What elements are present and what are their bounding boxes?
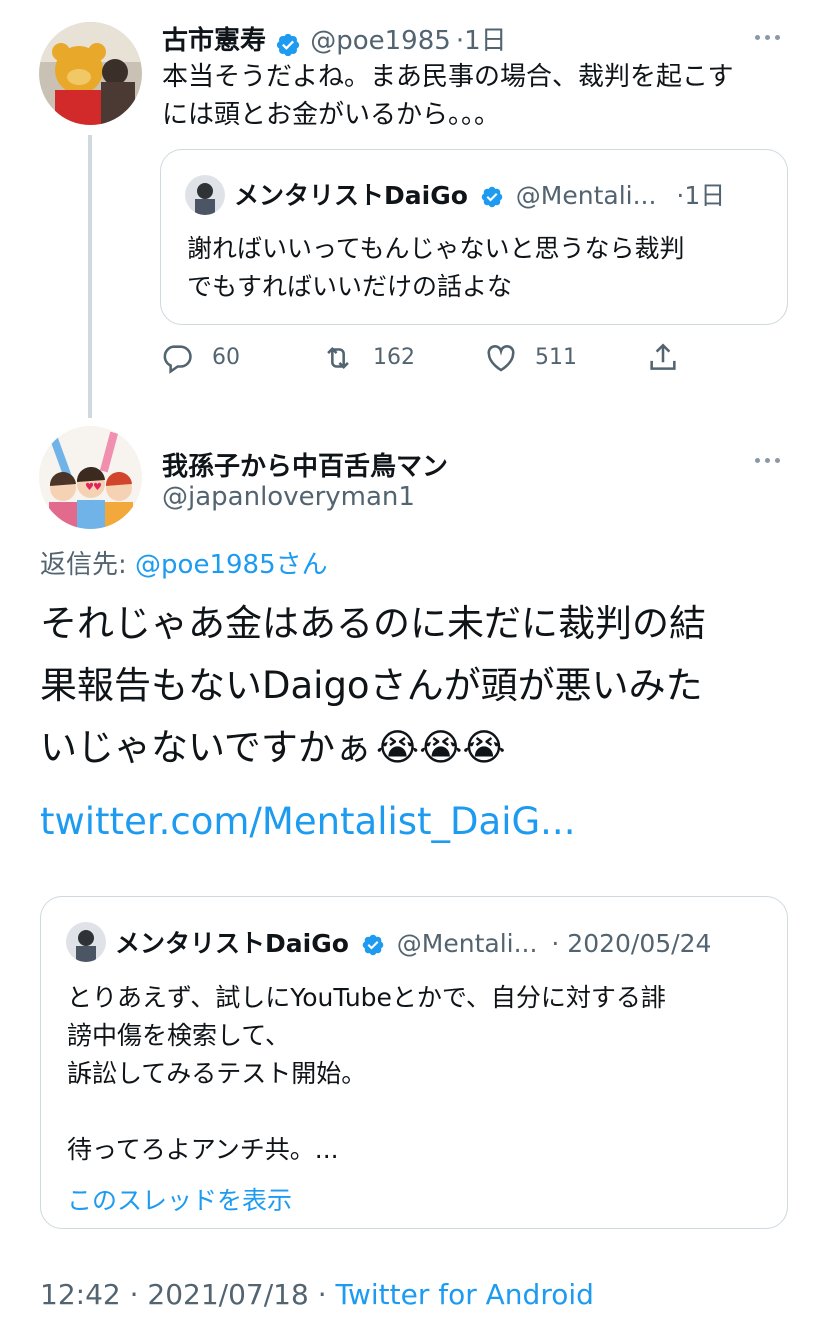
quote-time: · 2020/05/24 [551, 929, 712, 958]
reply-context: 返信先: @poe1985さん [40, 544, 328, 581]
tweet-text-line: それじゃあ金はあるのに未だに裁判の結 [40, 602, 706, 645]
avatar[interactable] [39, 22, 142, 125]
quote-text-line: とりあえず、試しにYouTubeとかで、自分に対する誹 [67, 983, 666, 1012]
share-icon[interactable] [646, 340, 680, 376]
tweet-header: 古市憲寿 @poe1985 ·1日 [162, 20, 507, 56]
tweet-date[interactable]: 2021/07/18 [147, 1278, 308, 1311]
tweet-text-line-end: いじゃないですかぁ [40, 726, 372, 769]
tweet-text: 本当そうだよね。まあ民事の場合、裁判を起こす には頭とお金がいるから。。。 [162, 58, 802, 134]
quote-text-line: 待ってろよアンチ共。... [67, 1135, 339, 1164]
quote-header: メンタリストDaiGo @Mentali... ·1日 [234, 176, 725, 212]
quote-text-line: でもすればいいだけの話よな [187, 272, 513, 301]
more-icon[interactable] [755, 455, 785, 465]
quote-author-handle: @Mentali... [515, 181, 657, 210]
tweet-time[interactable]: ·1日 [456, 26, 507, 56]
quote-time: ·1日 [676, 181, 726, 210]
quote-avatar[interactable] [185, 175, 225, 215]
author-name[interactable]: 我孫子から中百舌鳥マン [162, 446, 448, 483]
svg-text:♥: ♥ [93, 482, 102, 493]
tweet-meta: 12:42 · 2021/07/18 · Twitter for Android [40, 1278, 594, 1311]
meta-separator: · [308, 1278, 336, 1311]
author-name[interactable]: 古市憲寿 [162, 26, 266, 56]
like-count: 511 [535, 345, 577, 370]
quote-author-name: メンタリストDaiGo [234, 181, 468, 210]
tweet-text-line: 本当そうだよね。まあ民事の場合、裁判を起こす [162, 62, 734, 92]
quote-text-line: 訴訟してみるテスト開始。 [67, 1059, 367, 1088]
tweet-text-line: 果報告もないDaigoさんが頭が悪いみた [40, 664, 703, 707]
quote-text-line [67, 1093, 767, 1131]
quote-avatar[interactable] [66, 922, 106, 962]
retweet-count: 162 [373, 345, 415, 370]
verified-badge-icon [481, 186, 503, 208]
quote-author-name: メンタリストDaiGo [115, 929, 349, 958]
tweet-link[interactable]: twitter.com/Mentalist_DaiG... [40, 800, 575, 843]
verified-badge-icon [277, 33, 300, 56]
verified-badge-icon [362, 934, 384, 956]
more-icon[interactable] [755, 32, 785, 42]
quote-text-line: 謝ればいいってもんじゃないと思うなら裁判 [187, 234, 685, 263]
author-handle[interactable]: @japanloveryman1 [162, 482, 415, 512]
client-link[interactable]: Twitter for Android [336, 1278, 594, 1311]
tweet-text-line: には頭とお金がいるから。。。 [162, 100, 501, 130]
reply-icon[interactable] [160, 341, 194, 375]
quote-text: 謝ればいいってもんじゃないと思うなら裁判 でもすればいいだけの話よな [187, 230, 777, 306]
show-thread-link[interactable]: このスレッドを表示 [67, 1181, 292, 1217]
crying-emoji: 😭😭😭 [375, 726, 506, 769]
meta-separator: · [120, 1278, 148, 1311]
quote-header: メンタリストDaiGo @Mentali... · 2020/05/24 [115, 924, 711, 960]
like-icon[interactable] [484, 341, 518, 375]
thread-line [88, 135, 92, 418]
reply-to-link[interactable]: @poe1985さん [135, 550, 328, 580]
reply-count: 60 [212, 345, 240, 370]
avatar[interactable]: ♥ ♥ [39, 426, 142, 529]
quote-text-line: 謗中傷を検索して、 [67, 1021, 291, 1050]
tweet-text-line: いじゃないですかぁ 😭😭😭 [40, 717, 800, 779]
tweet-text: それじゃあ金はあるのに未だに裁判の結 果報告もないDaigoさんが頭が悪いみた … [40, 593, 800, 779]
quote-text: とりあえず、試しにYouTubeとかで、自分に対する誹 謗中傷を検索して、 訴訟… [67, 979, 767, 1169]
quote-author-handle: @Mentali... [396, 929, 538, 958]
reply-prefix: 返信先: [40, 550, 136, 580]
author-handle[interactable]: @poe1985 [310, 26, 451, 56]
retweet-icon[interactable] [320, 341, 356, 375]
tweet-time[interactable]: 12:42 [40, 1278, 121, 1311]
